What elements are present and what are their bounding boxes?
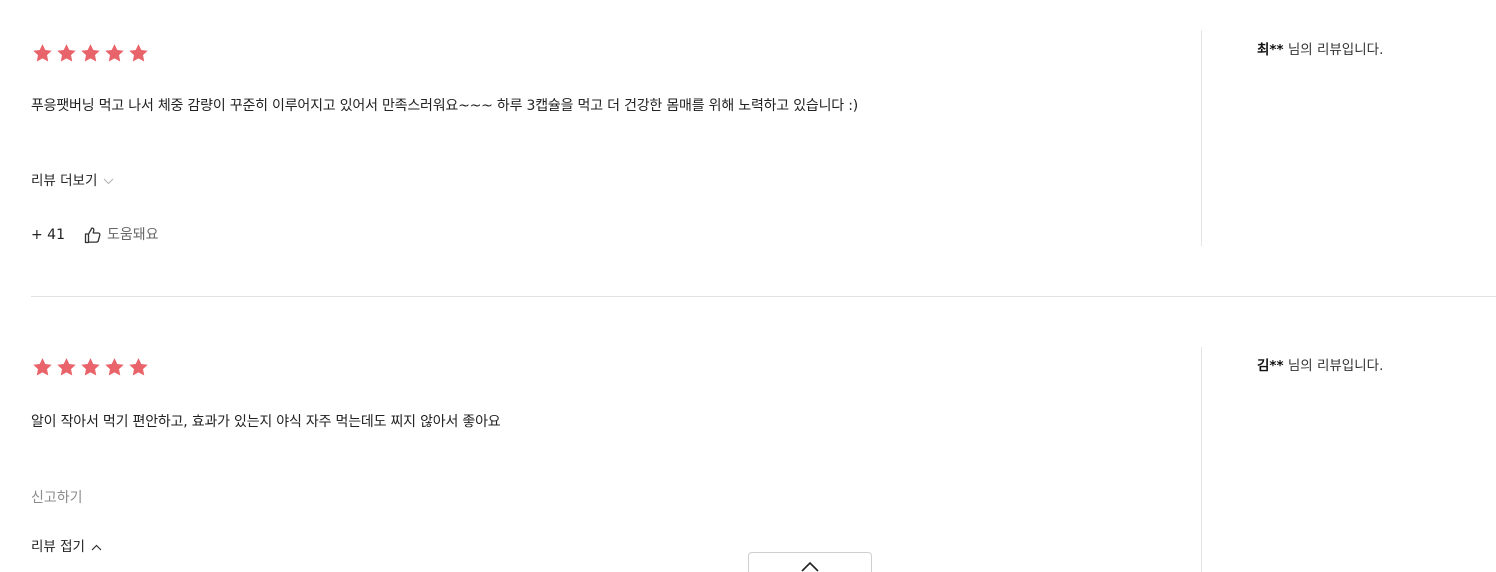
star-icon: [127, 356, 150, 379]
review-text: 알이 작아서 먹기 편안하고, 효과가 있는지 야식 자주 먹는데도 찌지 않아…: [31, 414, 501, 430]
review-author: 최** 님의 리뷰입니다.: [1257, 38, 1383, 58]
star-rating: [31, 356, 150, 379]
star-icon: [103, 356, 126, 379]
star-icon: [31, 42, 54, 65]
scroll-to-top-button[interactable]: [748, 552, 872, 572]
column-divider: [1201, 347, 1202, 572]
chevron-up-icon: [801, 562, 819, 572]
review-author: 김** 님의 리뷰입니다.: [1257, 354, 1383, 374]
thumbs-up-icon: [83, 225, 103, 245]
helpful-count: + 41: [31, 227, 65, 243]
review-expand-label: 리뷰 더보기: [31, 173, 98, 189]
star-icon: [55, 42, 78, 65]
report-button[interactable]: 신고하기: [31, 487, 83, 507]
author-name: 최**: [1257, 42, 1284, 58]
helpful-label: 도움돼요: [107, 227, 159, 243]
review-text: 푸응팻버닝 먹고 나서 체중 감량이 꾸준히 이루어지고 있어서 만족스러워요~…: [31, 98, 858, 114]
helpful-section: + 41 도움돼요: [31, 225, 159, 245]
star-icon: [79, 42, 102, 65]
author-suffix: 님의 리뷰입니다.: [1283, 358, 1384, 374]
column-divider: [1201, 30, 1202, 246]
author-suffix: 님의 리뷰입니다.: [1283, 42, 1384, 58]
star-icon: [103, 42, 126, 65]
author-name: 김**: [1257, 358, 1284, 374]
review-expand-toggle[interactable]: 리뷰 더보기: [31, 172, 114, 190]
review-item: 푸응팻버닝 먹고 나서 체중 감량이 꾸준히 이루어지고 있어서 만족스러워요~…: [0, 0, 1496, 296]
review-collapse-label: 리뷰 접기: [31, 539, 85, 555]
star-rating: [31, 42, 150, 65]
review-list: 푸응팻버닝 먹고 나서 체중 감량이 꾸준히 이루어지고 있어서 만족스러워요~…: [0, 0, 1496, 572]
review-item: 알이 작아서 먹기 편안하고, 효과가 있는지 야식 자주 먹는데도 찌지 않아…: [0, 297, 1496, 572]
star-icon: [55, 356, 78, 379]
star-icon: [79, 356, 102, 379]
chevron-down-icon: [103, 178, 114, 185]
star-icon: [127, 42, 150, 65]
helpful-button[interactable]: 도움돼요: [83, 225, 159, 245]
chevron-up-icon: [91, 544, 102, 551]
review-collapse-toggle[interactable]: 리뷰 접기: [31, 538, 102, 556]
star-icon: [31, 356, 54, 379]
